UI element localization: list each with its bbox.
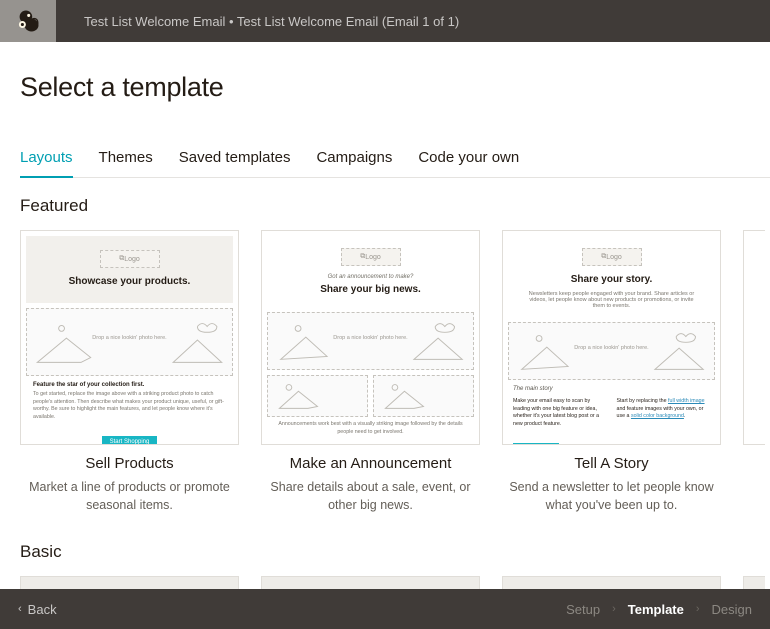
template-card-sell-products: ⧉ Logo Showcase your products. Drop a ni… bbox=[20, 230, 239, 514]
template-title: Send bbox=[743, 455, 765, 472]
featured-row: ⧉ Logo Showcase your products. Drop a ni… bbox=[20, 230, 770, 514]
tab-campaigns[interactable]: Campaigns bbox=[316, 149, 392, 177]
image-placeholder-icon bbox=[373, 375, 474, 417]
thumb-feature-heading: Feature the star of your collection firs… bbox=[33, 382, 226, 388]
thumb-feature-body: To get started, replace the image above … bbox=[33, 391, 226, 422]
logo-placeholder-icon: ⧉ Logo bbox=[100, 250, 160, 268]
template-thumb-basic[interactable] bbox=[20, 576, 239, 589]
template-thumb-announcement[interactable]: ⧉ Logo Got an announcement to make? Shar… bbox=[261, 230, 480, 445]
tab-code-your-own[interactable]: Code your own bbox=[418, 149, 519, 177]
logo-placeholder-icon: ⧉ Logo bbox=[582, 248, 642, 266]
thumb-footer-copy: Announcements work best with a visually … bbox=[276, 421, 465, 436]
section-heading-basic: Basic bbox=[20, 542, 770, 562]
step-template[interactable]: Template bbox=[628, 602, 684, 617]
template-thumb-sell-products[interactable]: ⧉ Logo Showcase your products. Drop a ni… bbox=[20, 230, 239, 445]
thumb-cta-button: Start Shopping bbox=[102, 436, 158, 445]
thumb-subhead: Newsletters keep people engaged with you… bbox=[528, 291, 695, 309]
app-logo[interactable] bbox=[0, 0, 56, 42]
main-content: Select a template Layouts Themes Saved t… bbox=[0, 42, 770, 589]
template-title: Make an Announcement bbox=[261, 455, 480, 472]
thumb-cta-button: Read More bbox=[513, 443, 559, 445]
template-title: Tell A Story bbox=[502, 455, 721, 472]
step-design[interactable]: Design bbox=[712, 602, 752, 617]
chevron-right-icon: › bbox=[612, 603, 616, 615]
template-thumb-partial[interactable] bbox=[743, 230, 765, 445]
template-card-partial: Send bbox=[743, 230, 765, 514]
chevron-left-icon: ‹ bbox=[18, 603, 22, 615]
template-thumb-story[interactable]: ⧉ Logo Share your story. Newsletters kee… bbox=[502, 230, 721, 445]
template-desc: Share details about a sale, event, or ot… bbox=[261, 478, 480, 514]
template-card-story: ⧉ Logo Share your story. Newsletters kee… bbox=[502, 230, 721, 514]
template-desc: Send a newsletter to let people know wha… bbox=[502, 478, 721, 514]
chevron-right-icon: › bbox=[696, 603, 700, 615]
template-tabs: Layouts Themes Saved templates Campaigns… bbox=[20, 149, 770, 178]
image-placeholder-icon: Drop a nice lookin' photo here. bbox=[267, 312, 474, 370]
back-button[interactable]: ‹ Back bbox=[18, 602, 57, 617]
tab-saved-templates[interactable]: Saved templates bbox=[179, 149, 291, 177]
basic-row bbox=[20, 576, 770, 589]
thumb-right-copy: Start by replacing the full width image … bbox=[617, 398, 711, 421]
wizard-steps: Setup › Template › Design bbox=[566, 602, 752, 617]
thumb-headline: Share your story. bbox=[516, 274, 707, 285]
breadcrumb: Test List Welcome Email • Test List Welc… bbox=[56, 14, 459, 29]
template-thumb-basic[interactable] bbox=[502, 576, 721, 589]
template-card-announcement: ⧉ Logo Got an announcement to make? Shar… bbox=[261, 230, 480, 514]
tab-themes[interactable]: Themes bbox=[99, 149, 153, 177]
thumb-headline: Showcase your products. bbox=[40, 276, 219, 287]
thumb-story-heading: The main story bbox=[513, 386, 710, 392]
tab-layouts[interactable]: Layouts bbox=[20, 149, 73, 178]
thumb-headline: Share your big news. bbox=[275, 284, 466, 295]
step-setup[interactable]: Setup bbox=[566, 602, 600, 617]
image-placeholder-icon bbox=[267, 375, 368, 417]
image-placeholder-icon: Drop a nice lookin' photo here. bbox=[26, 308, 233, 376]
image-placeholder-icon: Drop a nice lookin' photo here. bbox=[508, 322, 715, 380]
template-thumb-basic[interactable] bbox=[743, 576, 765, 589]
thumb-left-copy: Make your email easy to scan by leading … bbox=[513, 398, 607, 429]
template-thumb-basic[interactable] bbox=[261, 576, 480, 589]
mailchimp-logo-icon bbox=[14, 7, 42, 35]
template-title: Sell Products bbox=[20, 455, 239, 472]
section-heading-featured: Featured bbox=[20, 196, 770, 216]
top-bar: Test List Welcome Email • Test List Welc… bbox=[0, 0, 770, 42]
wizard-footer: ‹ Back Setup › Template › Design bbox=[0, 589, 770, 629]
logo-placeholder-icon: ⧉ Logo bbox=[341, 248, 401, 266]
page-title: Select a template bbox=[20, 72, 770, 103]
template-desc: Market a line of products or promote sea… bbox=[20, 478, 239, 514]
